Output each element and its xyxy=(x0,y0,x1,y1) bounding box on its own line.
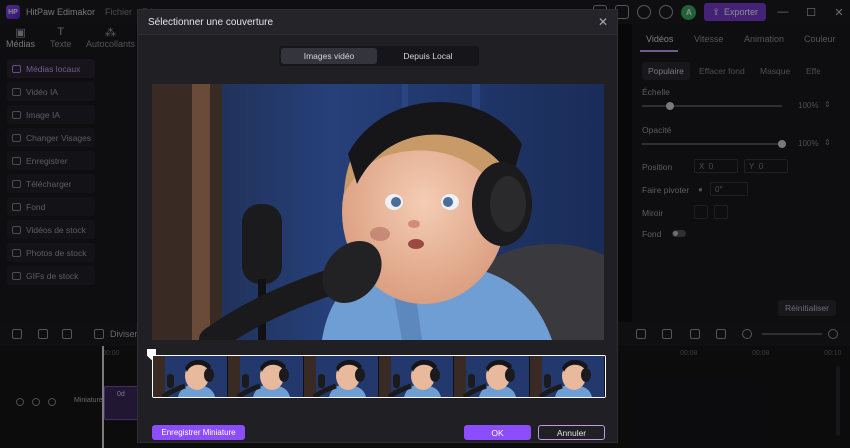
save-thumbnail-button[interactable]: Enregistrer Miniature xyxy=(152,425,245,440)
thumbnail-image xyxy=(153,356,228,397)
thumbnail-image xyxy=(228,356,303,397)
thumbnail-frame[interactable] xyxy=(228,356,304,397)
tab-video-frames[interactable]: Images vidéo xyxy=(281,48,377,64)
thumbnail-image xyxy=(529,356,604,397)
thumbnail-frame[interactable] xyxy=(303,356,379,397)
thumbnail-image xyxy=(303,356,378,397)
thumbnail-frame[interactable] xyxy=(454,356,530,397)
thumbnail-image xyxy=(454,356,529,397)
cancel-button[interactable]: Annuler xyxy=(538,425,605,440)
thumbnail-strip[interactable] xyxy=(152,355,606,398)
thumbnail-frame[interactable] xyxy=(153,356,229,397)
ok-button[interactable]: OK xyxy=(464,425,531,440)
cover-source-tabs: Images vidéo Depuis Local xyxy=(279,46,479,66)
tab-from-local[interactable]: Depuis Local xyxy=(380,48,476,64)
dialog-header: Sélectionner une couverture ✕ xyxy=(138,10,617,35)
thumbnail-frame[interactable] xyxy=(529,356,605,397)
dialog-title: Sélectionner une couverture xyxy=(148,17,274,28)
thumbnail-image xyxy=(378,356,454,397)
baby-podcast-image xyxy=(152,84,604,340)
close-icon[interactable]: ✕ xyxy=(598,15,608,29)
cover-selection-dialog: Sélectionner une couverture ✕ Images vid… xyxy=(137,9,618,443)
cover-preview xyxy=(152,84,604,340)
thumbnail-frame[interactable] xyxy=(378,356,455,397)
